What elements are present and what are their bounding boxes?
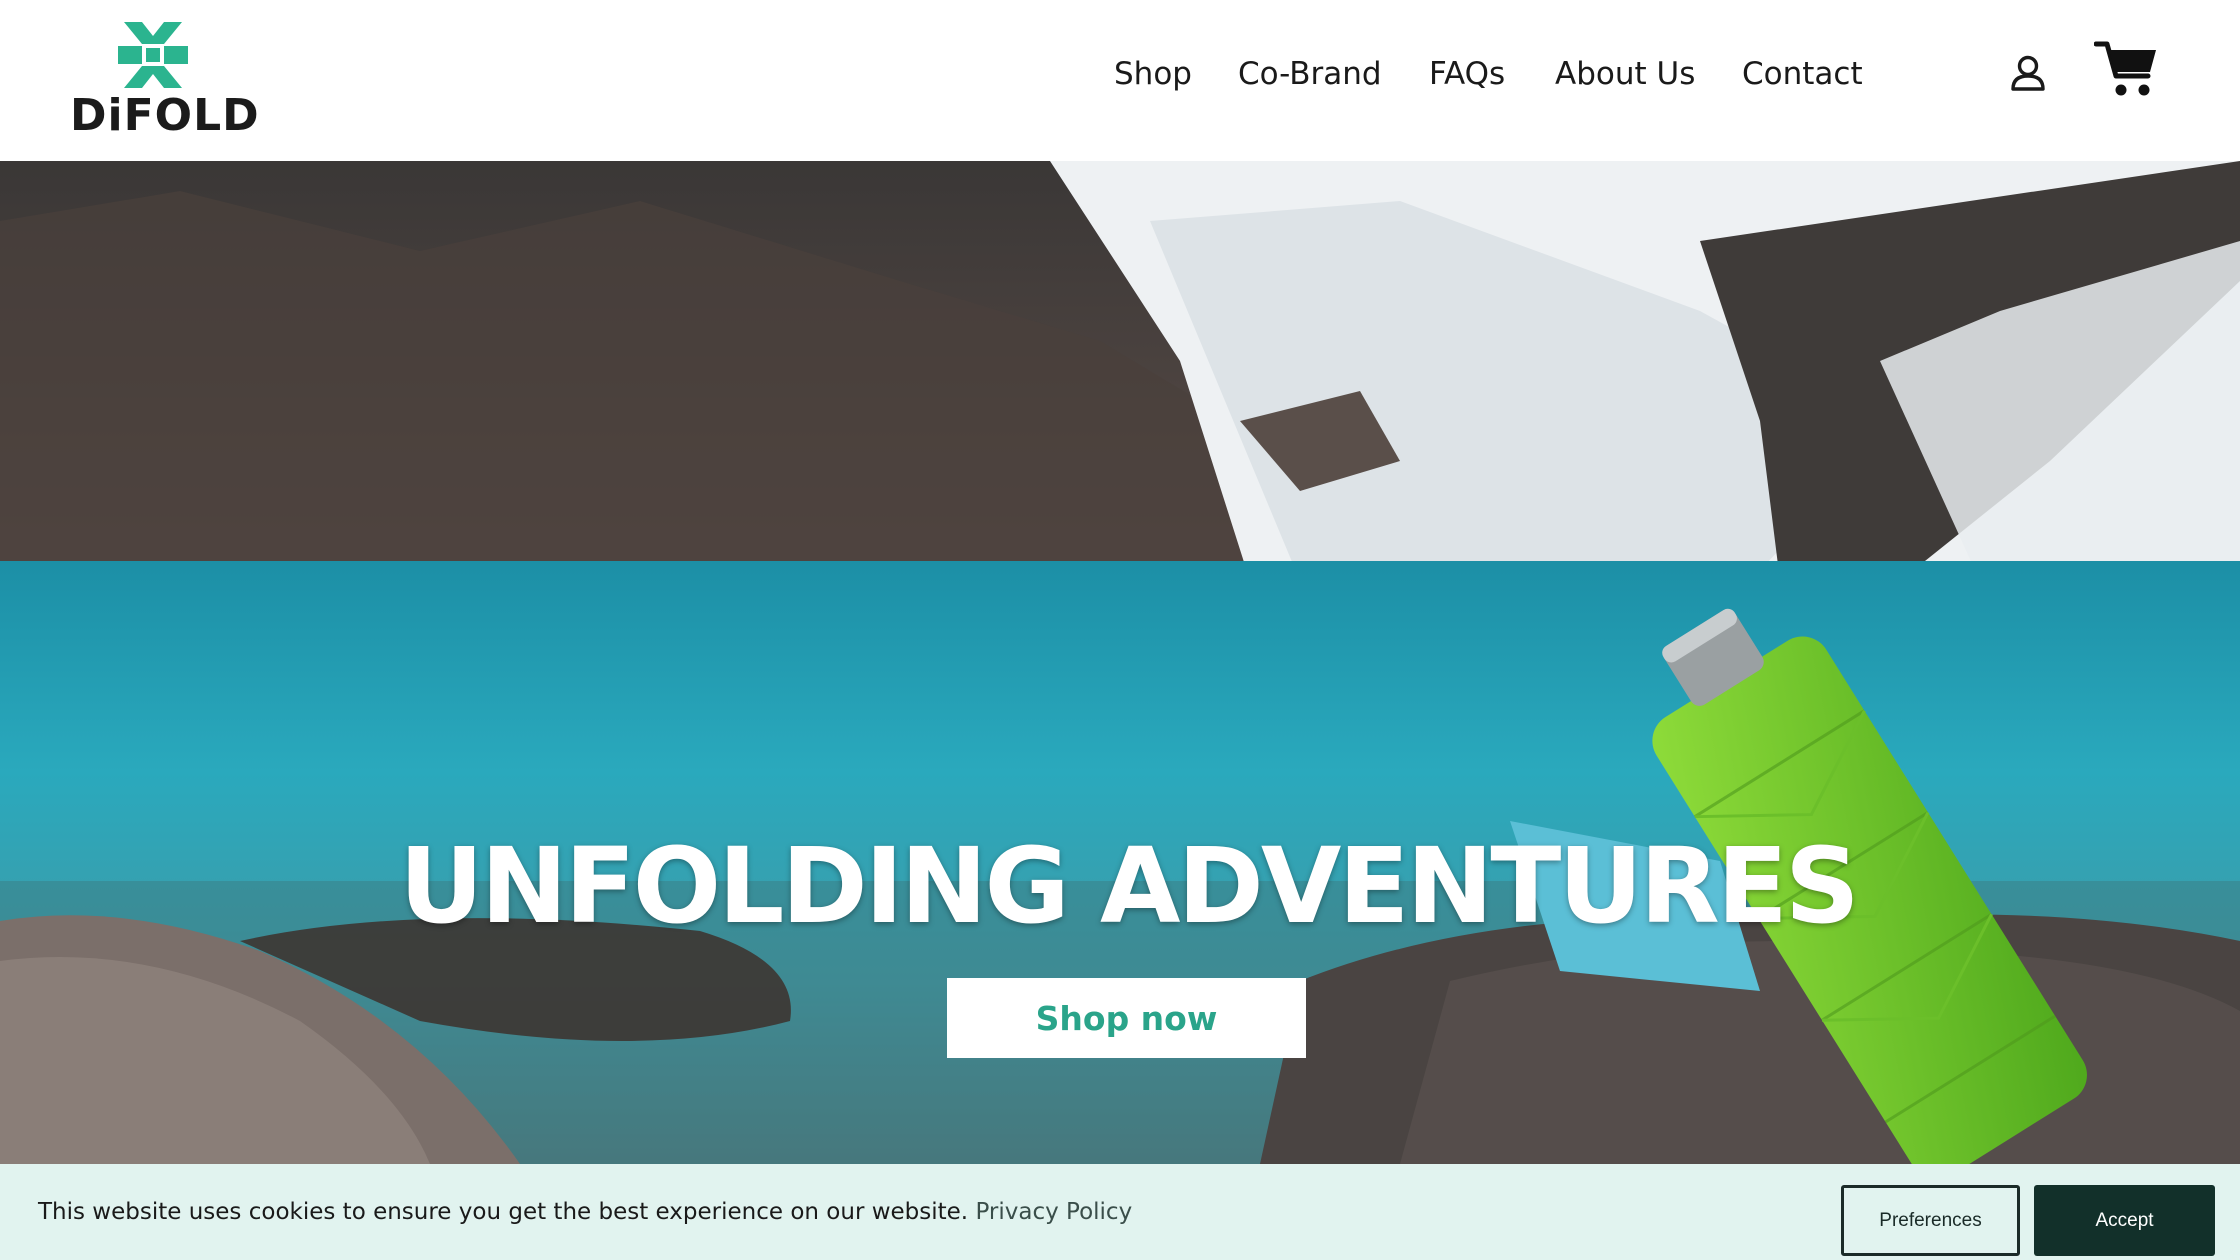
- nav-item-faqs[interactable]: FAQs: [1429, 56, 1505, 92]
- privacy-policy-link[interactable]: Privacy Policy: [975, 1199, 1132, 1225]
- preferences-button[interactable]: Preferences: [1841, 1185, 2020, 1256]
- cookie-message: This website uses cookies to ensure you …: [38, 1199, 976, 1225]
- site-header: DiFOLD Shop Co-Brand FAQs About Us Conta…: [0, 0, 2240, 161]
- accept-cookies-button[interactable]: Accept: [2034, 1185, 2215, 1256]
- shop-now-button[interactable]: Shop now: [947, 978, 1306, 1058]
- hero-banner: UNFOLDING ADVENTURES Shop now: [0, 161, 2240, 1164]
- brand-logo[interactable]: DiFOLD: [70, 22, 260, 141]
- nav-item-about-us[interactable]: About Us: [1555, 56, 1695, 92]
- account-button[interactable]: [2010, 54, 2046, 92]
- cart-icon: [2093, 41, 2156, 96]
- nav-item-co-brand[interactable]: Co-Brand: [1238, 56, 1382, 92]
- user-icon: [2011, 55, 2045, 91]
- cookie-message-row: This website uses cookies to ensure you …: [38, 1164, 1132, 1260]
- brand-name: DiFOLD: [70, 90, 260, 141]
- cookie-banner: This website uses cookies to ensure you …: [0, 1164, 2240, 1260]
- nav-item-shop[interactable]: Shop: [1114, 56, 1192, 92]
- cart-button[interactable]: [2093, 40, 2158, 100]
- nav-item-contact[interactable]: Contact: [1742, 56, 1863, 92]
- difold-logo-icon: [118, 22, 188, 88]
- hero-title: UNFOLDING ADVENTURES: [399, 825, 1860, 947]
